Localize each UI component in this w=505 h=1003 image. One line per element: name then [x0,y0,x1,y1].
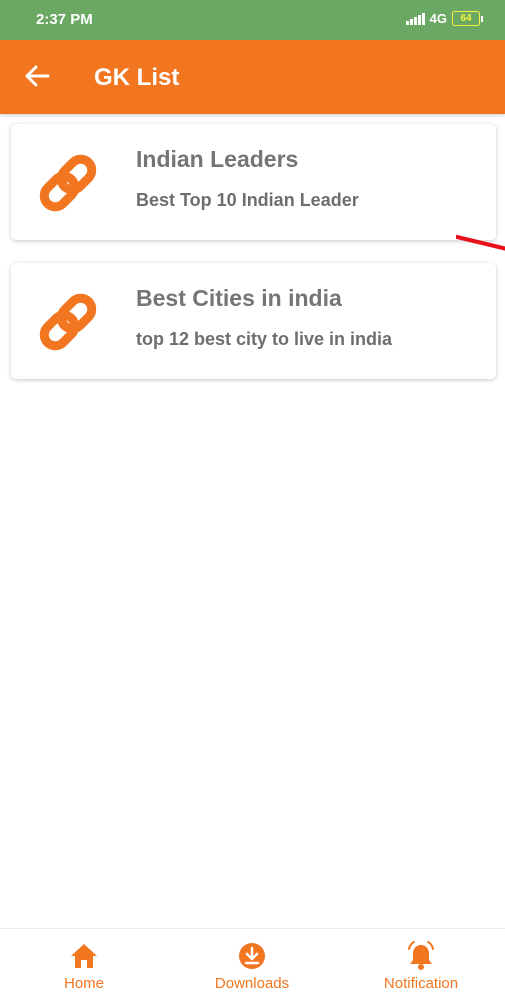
nav-notification[interactable]: Notification [337,929,505,1003]
annotation-mark [456,235,505,251]
battery-level: 64 [452,11,480,26]
nav-label: Home [63,975,104,992]
list-item-title: Indian Leaders [136,146,299,172]
home-icon [71,944,97,968]
nav-home[interactable]: Home [0,929,168,1003]
page-title: GK List [94,64,180,91]
app-bar: GK List [0,40,505,114]
link-icon [39,154,97,212]
nav-downloads[interactable]: Downloads [168,929,336,1003]
signal-icon [405,12,425,25]
list-item-title: Best Cities in india [136,285,342,311]
network-type: 4G [429,11,447,26]
link-icon [39,293,97,351]
list-item[interactable]: Best Cities in india top 12 best city to… [11,263,496,379]
download-icon [239,943,265,969]
bell-icon [408,941,434,970]
bottom-navigation: Home Downloads Notification [0,928,505,1003]
battery-icon: 64 [452,11,483,26]
back-button[interactable] [22,60,54,92]
status-icons: 4G 64 [405,11,483,26]
list-item-subtitle: top 12 best city to live in india [136,329,393,349]
status-time: 2:37 PM [36,11,93,28]
nav-label: Downloads [214,975,290,992]
list-item[interactable]: Indian Leaders Best Top 10 Indian Leader [11,124,496,240]
status-bar: 2:37 PM 4G 64 [0,0,505,40]
nav-label: Notification [383,975,459,992]
arrow-left-icon [25,65,50,87]
list-item-subtitle: Best Top 10 Indian Leader [136,190,359,210]
